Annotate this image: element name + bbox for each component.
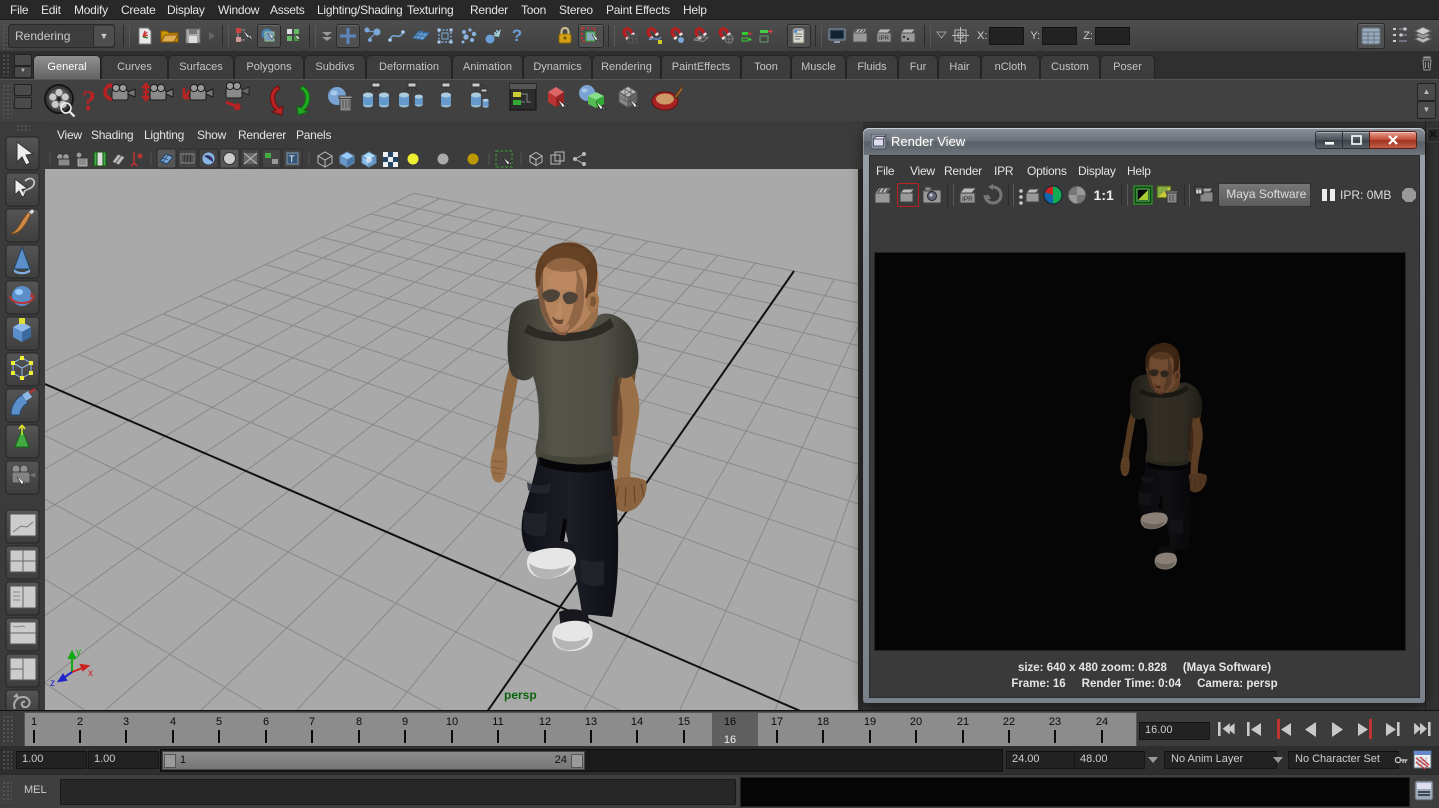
svg-text:x: x xyxy=(88,668,93,679)
svg-text:10: 10 xyxy=(446,716,458,728)
svg-text:14: 14 xyxy=(631,716,643,728)
svg-text:y: y xyxy=(76,647,81,658)
svg-text:2: 2 xyxy=(77,716,83,728)
svg-text:12: 12 xyxy=(539,716,551,728)
svg-text:IPR: IPR xyxy=(879,36,890,42)
svg-text:▮▮: ▮▮ xyxy=(1196,189,1202,195)
svg-text:21: 21 xyxy=(957,716,969,728)
svg-text:persp: persp xyxy=(504,688,537,702)
svg-text:15: 15 xyxy=(678,716,690,728)
svg-text:7: 7 xyxy=(309,716,315,728)
svg-text:3: 3 xyxy=(123,716,129,728)
svg-text:23: 23 xyxy=(1049,716,1061,728)
svg-text:?: ? xyxy=(82,86,96,117)
svg-text:IPR: IPR xyxy=(962,196,973,203)
svg-text:16: 16 xyxy=(724,716,736,728)
svg-text:z: z xyxy=(50,678,55,689)
svg-text:11: 11 xyxy=(492,716,503,728)
svg-text:16: 16 xyxy=(724,734,736,746)
svg-text:8: 8 xyxy=(356,716,362,728)
svg-text:17: 17 xyxy=(771,716,783,728)
svg-text:18: 18 xyxy=(817,716,829,728)
svg-text:13: 13 xyxy=(585,716,597,728)
svg-text:6: 6 xyxy=(263,716,269,728)
svg-text:4: 4 xyxy=(170,716,176,728)
svg-text:T: T xyxy=(289,154,295,164)
svg-text:1: 1 xyxy=(31,716,37,728)
svg-text:24: 24 xyxy=(1096,716,1108,728)
svg-text:5: 5 xyxy=(216,716,222,728)
svg-text:9: 9 xyxy=(402,716,408,728)
svg-text:20: 20 xyxy=(910,716,922,728)
svg-text:22: 22 xyxy=(1003,716,1015,728)
svg-text:19: 19 xyxy=(864,716,876,728)
